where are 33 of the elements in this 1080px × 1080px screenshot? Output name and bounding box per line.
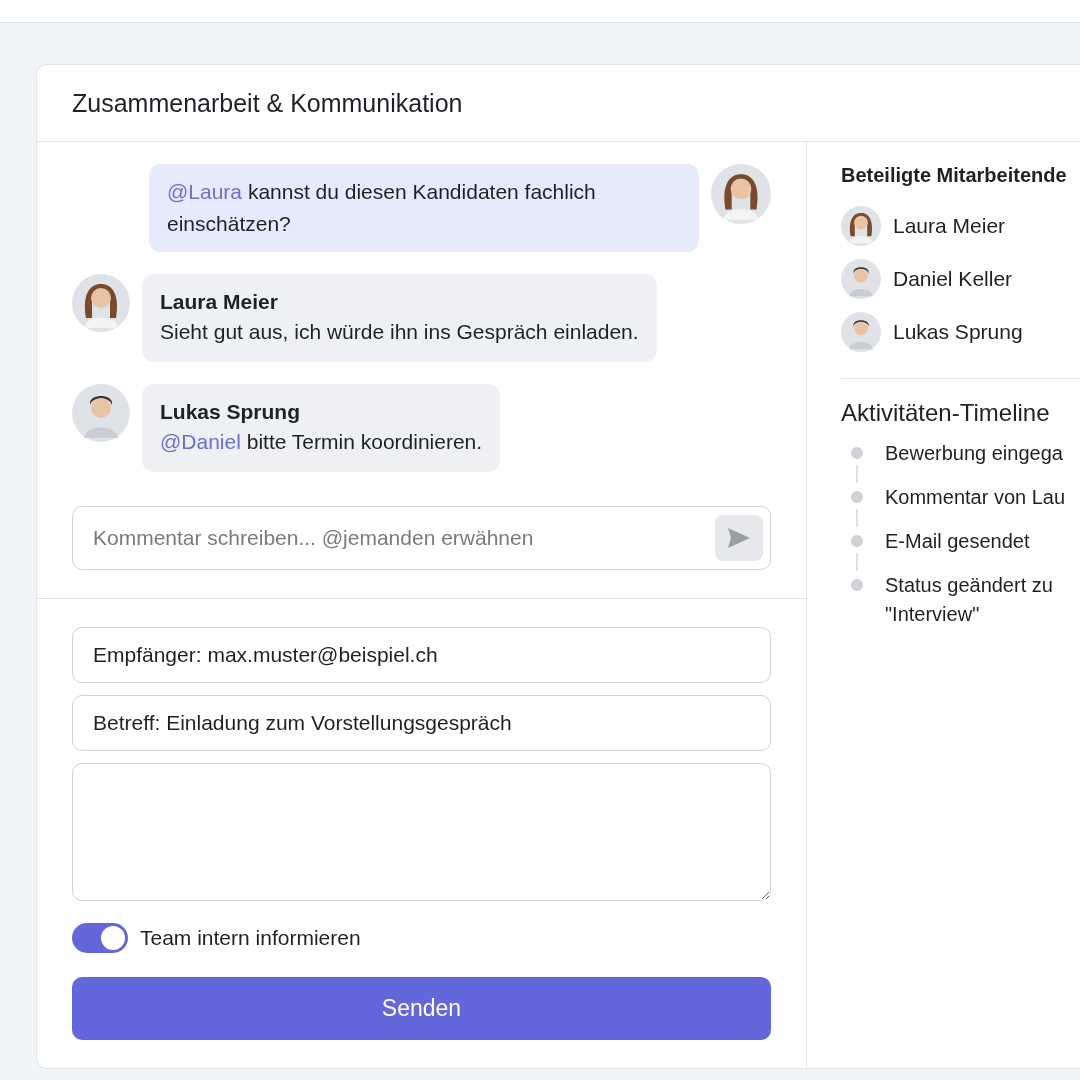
card-title: Zusammenarbeit & Kommunikation xyxy=(37,65,1080,142)
message-text: @Laura kannst du diesen Kandidaten fachlich einschätzen? xyxy=(167,179,597,237)
subject-field[interactable]: Betreff: Einladung zum Vorstellungsgespräch xyxy=(72,695,771,751)
avatar-icon xyxy=(841,205,881,246)
recipient-field[interactable]: Empfänger: max.muster@beispiel.ch xyxy=(72,627,771,683)
participant-name: Laura Meier xyxy=(893,213,1006,238)
avatar-icon xyxy=(72,274,130,332)
toggle-label: Team intern informieren xyxy=(140,926,361,950)
timeline-entry: Kommentar von Lau xyxy=(885,485,1066,510)
comment-field[interactable]: Kommentar schreiben... @jemanden erwähnen xyxy=(72,506,771,570)
notify-toggle[interactable] xyxy=(72,923,128,953)
message-author: Laura Meier xyxy=(160,289,279,315)
message-field[interactable] xyxy=(72,763,771,901)
avatar-icon xyxy=(711,164,771,224)
send-button[interactable]: Senden xyxy=(72,977,771,1040)
timeline-dot-icon xyxy=(851,535,863,547)
message-author: Lukas Sprung xyxy=(160,399,302,425)
participant-name: Daniel Keller xyxy=(893,266,1013,291)
section-title: Aktivitäten-Timeline xyxy=(841,399,1051,427)
timeline-dot-icon xyxy=(851,491,863,503)
section-title: Beteiligte Mitarbeitende xyxy=(841,164,1068,187)
timeline-dot-icon xyxy=(851,447,863,459)
participant-name: Lukas Sprung xyxy=(893,319,1023,344)
timeline-dot-icon xyxy=(851,579,863,591)
message-text: Sieht gut aus, ich würde ihn ins Gespräch einladen. xyxy=(160,319,639,345)
send-icon[interactable] xyxy=(715,515,763,561)
timeline-entry: Status geändert zu "Interview" xyxy=(885,573,1054,627)
message-text: @Daniel bitte Termin koordinieren. xyxy=(160,429,483,455)
timeline-entry: E-Mail gesendet xyxy=(885,529,1030,554)
timeline-entry: Bewerbung eingega xyxy=(885,441,1063,466)
avatar-icon xyxy=(72,384,130,442)
avatar-icon xyxy=(841,311,881,352)
avatar-icon xyxy=(841,258,881,299)
